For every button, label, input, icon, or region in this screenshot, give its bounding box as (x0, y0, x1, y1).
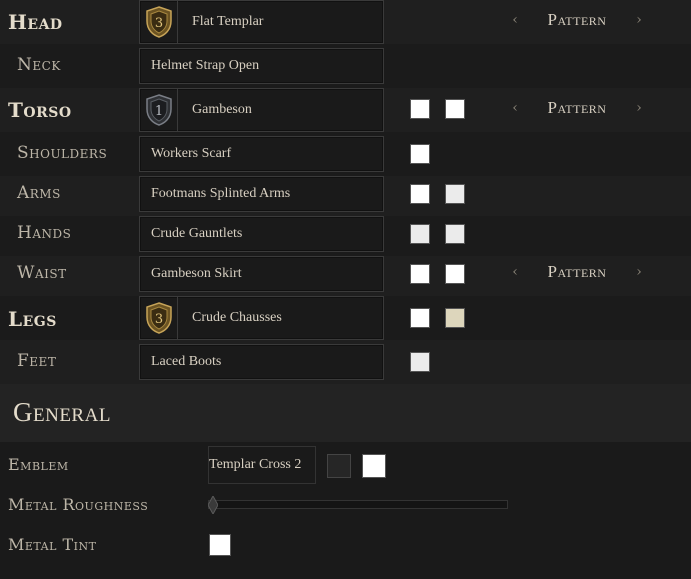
emblem-value: Templar Cross 2 (209, 457, 302, 472)
waist-pattern-selector[interactable]: ‹ Pattern › (508, 262, 646, 282)
shoulders-item-field[interactable]: Workers Scarf (139, 136, 384, 172)
metal-tint-label: Metal Tint (8, 535, 97, 554)
slot-label-neck: Neck (17, 55, 61, 75)
feet-item-label: Laced Boots (151, 354, 222, 369)
svg-text:3: 3 (154, 16, 162, 31)
slot-label-waist: Waist (17, 263, 67, 283)
torso-color-swatch-2[interactable] (445, 99, 465, 119)
metal-roughness-label: Metal Roughness (8, 495, 149, 514)
emblem-color-swatch-2[interactable] (362, 454, 386, 478)
torso-item-field[interactable]: 1 Gambeson (139, 88, 384, 132)
slot-label-hands: Hands (17, 223, 72, 243)
slot-label-head: Head (8, 10, 63, 34)
slot-label-legs: Legs (8, 307, 57, 331)
shoulders-color-swatch-1[interactable] (410, 144, 430, 164)
diamond-handle-icon (207, 494, 219, 516)
hands-color-swatch-1[interactable] (410, 224, 430, 244)
head-pattern-prev-arrow[interactable]: ‹ (508, 12, 522, 28)
torso-tier-badge: 1 (140, 89, 178, 131)
svg-text:3: 3 (154, 312, 162, 327)
head-pattern-label: Pattern (547, 10, 607, 29)
feet-color-swatch-1[interactable] (410, 352, 430, 372)
waist-item-label: Gambeson Skirt (151, 266, 242, 281)
torso-color-swatch-1[interactable] (410, 99, 430, 119)
head-pattern-selector[interactable]: ‹ Pattern › (508, 10, 646, 30)
waist-pattern-label: Pattern (547, 262, 607, 281)
legs-item-field[interactable]: 3 Crude Chausses (139, 296, 384, 340)
shield-icon: 3 (145, 6, 172, 38)
waist-color-swatch-1[interactable] (410, 264, 430, 284)
slot-label-arms: Arms (17, 183, 61, 203)
arms-color-swatch-1[interactable] (410, 184, 430, 204)
waist-pattern-prev-arrow[interactable]: ‹ (508, 264, 522, 280)
torso-pattern-label: Pattern (547, 98, 607, 117)
waist-item-field[interactable]: Gambeson Skirt (139, 256, 384, 292)
feet-item-field[interactable]: Laced Boots (139, 344, 384, 380)
head-pattern-next-arrow[interactable]: › (632, 12, 646, 28)
torso-pattern-selector[interactable]: ‹ Pattern › (508, 98, 646, 118)
waist-pattern-next-arrow[interactable]: › (632, 264, 646, 280)
waist-color-swatch-2[interactable] (445, 264, 465, 284)
arms-color-swatch-2[interactable] (445, 184, 465, 204)
shield-icon: 3 (145, 302, 172, 334)
legs-color-swatch-1[interactable] (410, 308, 430, 328)
shoulders-item-label: Workers Scarf (151, 146, 232, 161)
torso-pattern-next-arrow[interactable]: › (632, 100, 646, 116)
legs-color-swatch-2[interactable] (445, 308, 465, 328)
head-tier-badge: 3 (140, 1, 178, 43)
shield-icon: 1 (145, 94, 172, 126)
arms-item-label: Footmans Splinted Arms (151, 186, 291, 201)
svg-text:1: 1 (154, 104, 162, 119)
metal-tint-swatch[interactable] (209, 534, 231, 556)
metal-roughness-slider-track[interactable] (208, 500, 508, 509)
head-item-label: Flat Templar (192, 14, 264, 29)
neck-item-label: Helmet Strap Open (151, 58, 260, 73)
slot-label-torso: Torso (8, 98, 72, 122)
metal-roughness-slider-handle[interactable] (207, 494, 219, 516)
emblem-selector[interactable]: Templar Cross 2 (208, 446, 316, 484)
hands-item-label: Crude Gauntlets (151, 226, 243, 241)
emblem-color-swatch-1[interactable] (327, 454, 351, 478)
general-section-title: General (13, 397, 111, 427)
legs-item-label: Crude Chausses (192, 310, 282, 325)
torso-item-label: Gambeson (192, 102, 252, 117)
neck-item-field[interactable]: Helmet Strap Open (139, 48, 384, 84)
emblem-label: Emblem (8, 455, 69, 474)
slot-label-shoulders: Shoulders (17, 143, 108, 163)
legs-tier-badge: 3 (140, 297, 178, 339)
slot-label-feet: Feet (17, 351, 57, 371)
head-item-field[interactable]: 3 Flat Templar (139, 0, 384, 44)
hands-item-field[interactable]: Crude Gauntlets (139, 216, 384, 252)
torso-pattern-prev-arrow[interactable]: ‹ (508, 100, 522, 116)
hands-color-swatch-2[interactable] (445, 224, 465, 244)
arms-item-field[interactable]: Footmans Splinted Arms (139, 176, 384, 212)
